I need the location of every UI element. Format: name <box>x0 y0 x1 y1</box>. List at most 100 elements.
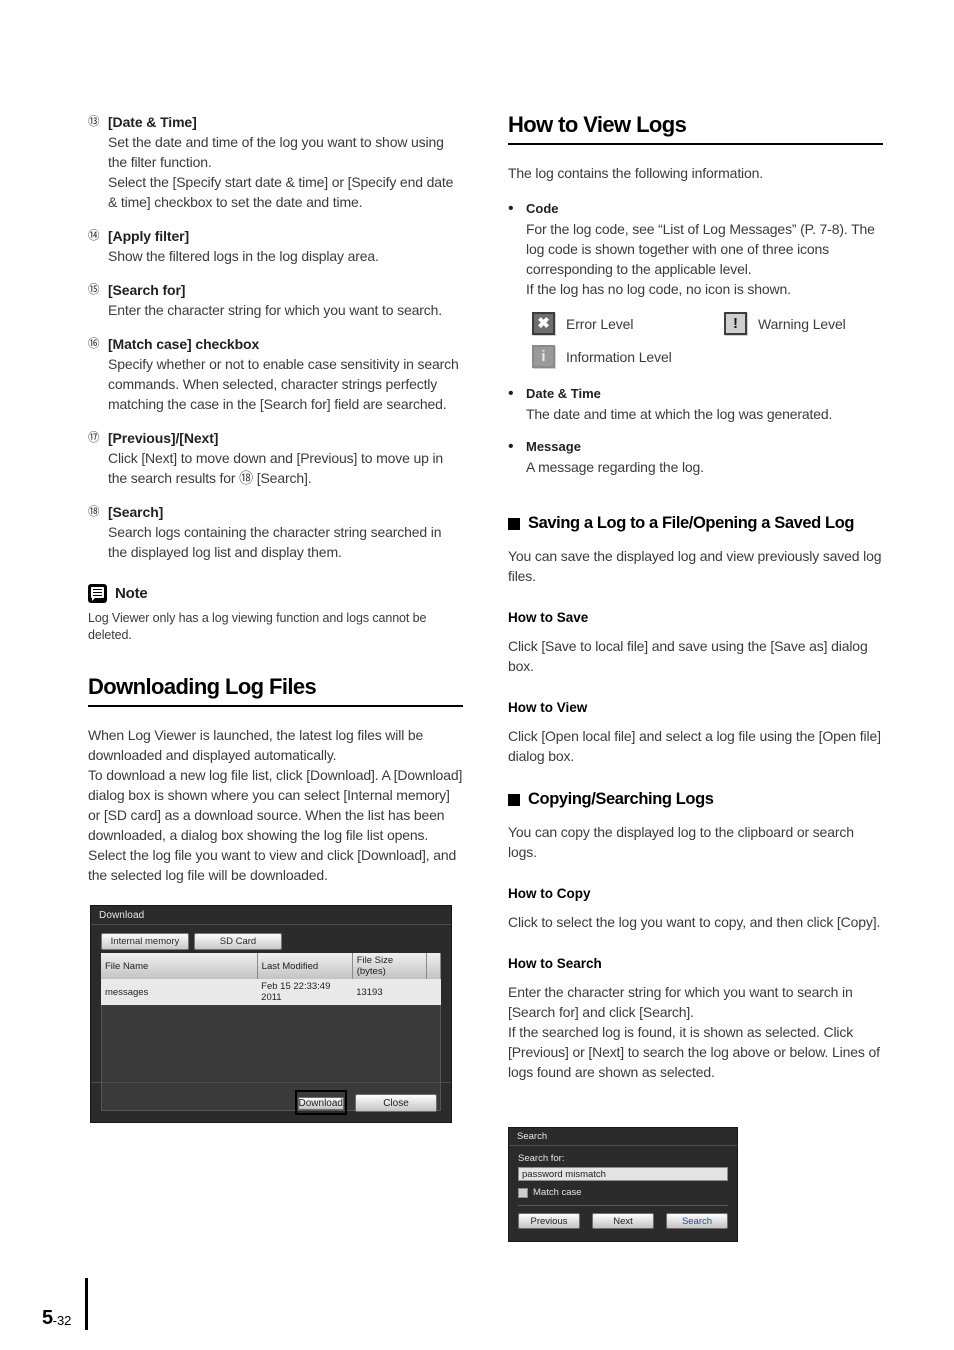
subheading-how-to-save: How to Save <box>508 610 589 625</box>
match-case-checkbox-row[interactable]: Match case <box>518 1187 728 1198</box>
bullet-item: • Date & Time The date and time at which… <box>508 384 883 424</box>
downloading-log-files-paragraph: When Log Viewer is launched, the latest … <box>88 727 463 883</box>
subheading-how-to-view: How to View <box>508 700 588 715</box>
bullet-term: Code <box>526 201 559 216</box>
item-term: [Date & Time] <box>108 114 197 130</box>
right-column: How to View Logs The log contains the fo… <box>508 112 883 1082</box>
heading-rule <box>508 143 883 145</box>
how-to-view-text: Click [Open local file] and select a log… <box>508 728 881 764</box>
page-number-suffix: -32 <box>52 1313 72 1328</box>
search-for-label: Search for: <box>518 1153 565 1164</box>
item-description: Specify whether or not to enable case se… <box>108 356 459 412</box>
item-term: [Match case] checkbox <box>108 336 260 352</box>
table-header-row: File Name Last Modified File Size (bytes… <box>101 953 441 979</box>
page-title-downloading-log-files: Downloading Log Files <box>88 674 317 699</box>
log-level-legend: ✖ Error Level ! Warning Level i Informat… <box>532 312 883 368</box>
previous-button[interactable]: Previous <box>518 1213 580 1229</box>
saving-a-log-intro: You can save the displayed log and view … <box>508 548 882 584</box>
numbered-item: ⑬ [Date & Time] Set the date and time of… <box>88 112 463 212</box>
bullet-item: • Code For the log code, see “List of Lo… <box>508 199 883 299</box>
square-bullet-icon <box>508 793 520 806</box>
information-level-label: Information Level <box>566 348 672 365</box>
page-number: 5 <box>42 1307 53 1329</box>
legend-warning-level: ! Warning Level <box>724 312 846 335</box>
legend-row: i Information Level <box>532 345 883 368</box>
heading-rule <box>88 705 463 707</box>
match-case-label: Match case <box>533 1187 582 1198</box>
subheading-how-to-search: How to Search <box>508 956 602 971</box>
numbered-item: ⑮ [Search for] Enter the character strin… <box>88 280 463 320</box>
search-dialog: Search Search for: password mismatch Mat… <box>508 1127 738 1242</box>
section-heading-text: Saving a Log to a File/Opening a Saved L… <box>528 514 855 532</box>
cell-file-size: 13193 <box>352 979 441 1005</box>
item-number: ⑮ <box>88 284 100 296</box>
subheading-how-to-copy: How to Copy <box>508 886 591 901</box>
tab-internal-memory[interactable]: Internal memory <box>101 933 189 950</box>
legend-information-level: i Information Level <box>532 345 724 368</box>
bullet-item: • Message A message regarding the log. <box>508 437 883 477</box>
close-button[interactable]: Close <box>355 1093 437 1112</box>
how-to-save-text: Click [Save to local file] and save usin… <box>508 638 868 674</box>
section-heading-text: Copying/Searching Logs <box>528 790 714 808</box>
copying-searching-intro: You can copy the displayed log to the cl… <box>508 824 854 860</box>
item-description: Enter the character string for which you… <box>108 302 442 318</box>
section-heading-saving-a-log: Saving a Log to a File/Opening a Saved L… <box>508 514 883 533</box>
numbered-item: ⑭ [Apply filter] Show the filtered logs … <box>88 226 463 266</box>
document-page: ⑬ [Date & Time] Set the date and time of… <box>0 0 954 1350</box>
column-file-size[interactable]: File Size (bytes) <box>352 953 428 979</box>
item-number: ⑰ <box>88 432 100 444</box>
download-source-tabs: Internal memory SD Card <box>101 933 441 950</box>
download-dialog-title: Download <box>91 906 451 925</box>
numbered-item: ⑱ [Search] Search logs containing the ch… <box>88 502 463 562</box>
cell-file-name: messages <box>101 979 258 1005</box>
numbered-item: ⑯ [Match case] checkbox Specify whether … <box>88 334 463 414</box>
item-term: [Search for] <box>108 282 186 298</box>
left-column: ⑬ [Date & Time] Set the date and time of… <box>88 112 463 885</box>
item-number: ⑯ <box>88 338 100 350</box>
page-footer: 5 -32 <box>42 1278 89 1330</box>
item-term: [Previous]/[Next] <box>108 430 219 446</box>
download-dialog-footer: Download Close <box>91 1082 451 1122</box>
warning-level-icon: ! <box>724 312 747 335</box>
error-level-label: Error Level <box>566 315 634 332</box>
next-button[interactable]: Next <box>592 1213 654 1229</box>
search-dialog-buttons: Previous Next Search <box>509 1206 737 1229</box>
bullet-dot: • <box>508 200 514 217</box>
file-list-table: File Name Last Modified File Size (bytes… <box>101 953 441 1005</box>
item-description: Set the date and time of the log you wan… <box>108 134 454 210</box>
section-heading-copying-searching: Copying/Searching Logs <box>508 790 883 809</box>
note-title: Note <box>115 585 148 602</box>
page-title-how-to-view-logs: How to View Logs <box>508 112 687 137</box>
column-last-modified[interactable]: Last Modified <box>257 953 353 979</box>
search-input[interactable]: password mismatch <box>518 1167 728 1181</box>
error-glyph: ✖ <box>537 315 550 332</box>
bullet-description: For the log code, see “List of Log Messa… <box>526 221 875 297</box>
item-description: Search logs containing the character str… <box>108 524 442 560</box>
item-term: [Apply filter] <box>108 228 190 244</box>
item-number: ⑱ <box>88 506 100 518</box>
note-text: Log Viewer only has a log viewing functi… <box>88 611 427 642</box>
bullet-description: A message regarding the log. <box>526 459 704 475</box>
how-to-copy-text: Click to select the log you want to copy… <box>508 914 881 930</box>
column-file-name[interactable]: File Name <box>101 953 258 979</box>
match-case-checkbox[interactable] <box>518 1187 528 1198</box>
table-row[interactable]: messages Feb 15 22:33:49 2011 13193 <box>101 979 441 1005</box>
tab-sd-card[interactable]: SD Card <box>194 933 282 950</box>
bullet-term: Message <box>526 439 581 454</box>
note-icon <box>88 584 107 603</box>
item-number: ⑬ <box>88 116 100 128</box>
footer-rule <box>85 1278 89 1330</box>
download-button-focus-ring: Download <box>294 1090 347 1115</box>
item-description: Click [Next] to move down and [Previous]… <box>108 450 444 486</box>
bullet-description: The date and time at which the log was g… <box>526 406 833 422</box>
item-number: ⑭ <box>88 230 100 242</box>
square-bullet-icon <box>508 517 520 530</box>
warning-glyph: ! <box>733 315 738 332</box>
how-to-view-logs-intro: The log contains the following informati… <box>508 165 764 181</box>
bullet-dot: • <box>508 385 514 402</box>
download-button[interactable]: Download <box>297 1097 344 1110</box>
warning-level-label: Warning Level <box>758 315 846 332</box>
download-dialog: Download Internal memory SD Card File Na… <box>90 905 452 1123</box>
search-button[interactable]: Search <box>666 1213 728 1229</box>
bullet-dot: • <box>508 438 514 455</box>
